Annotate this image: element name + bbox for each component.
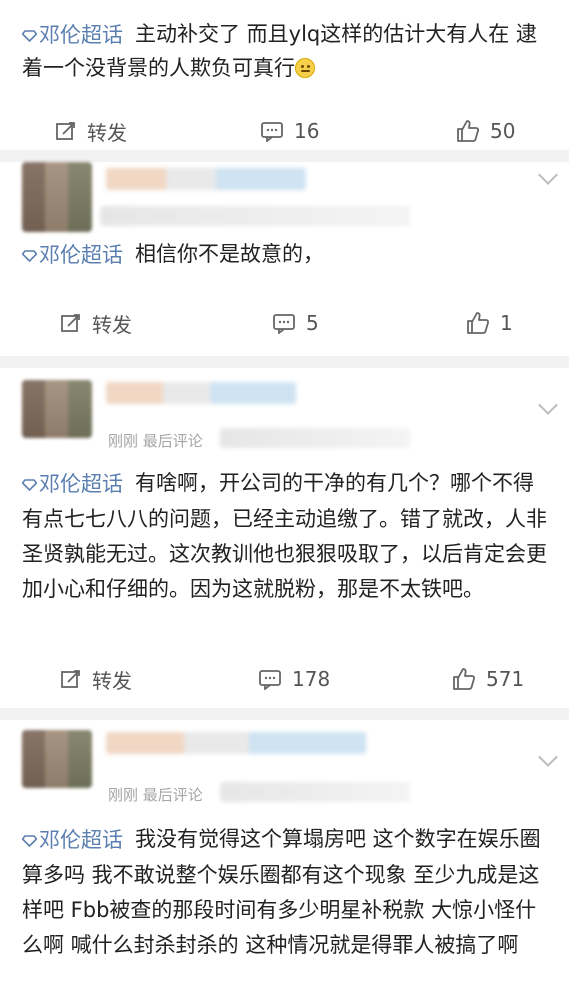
separator <box>0 708 569 720</box>
username[interactable] <box>106 168 306 190</box>
action-bar: 转发 178 571 <box>0 648 569 710</box>
topic-tag-label: 邓伦超话 <box>39 471 123 496</box>
meta-blur <box>220 428 410 448</box>
post-2: 邓伦超话 相信你不是故意的， 转发 5 1 <box>0 162 569 356</box>
post-header: 刚刚 最后评论 <box>0 720 569 804</box>
diamond-icon <box>22 30 37 42</box>
comment-count: 16 <box>294 119 320 143</box>
post-4: 刚刚 最后评论 邓伦超话 我没有觉得这个算塌房吧 这个数字在娱乐圈算多吗 我不敢… <box>0 720 569 1000</box>
action-bar: 转发 5 1 <box>0 292 569 354</box>
post-header: 刚刚 最后评论 <box>0 368 569 450</box>
avatar[interactable] <box>22 380 92 438</box>
comment-count: 178 <box>292 667 331 691</box>
post-body: 邓伦超话 相信你不是故意的， <box>0 238 569 272</box>
comment-button[interactable]: 5 <box>272 292 319 354</box>
chevron-down-icon[interactable] <box>538 747 558 767</box>
avatar[interactable] <box>22 162 92 232</box>
like-count: 571 <box>486 667 525 691</box>
topic-tag[interactable]: 邓伦超话 <box>22 19 123 52</box>
meta-blur <box>220 782 410 802</box>
diamond-icon <box>22 250 37 262</box>
separator <box>0 150 569 162</box>
post-body: 邓伦超话 有啥啊，开公司的干净的有几个？哪个不得有点七七八八的问题，已经主动追缴… <box>0 466 569 607</box>
topic-tag-label: 邓伦超话 <box>39 22 123 47</box>
repost-button[interactable]: 转发 <box>60 292 132 354</box>
username[interactable] <box>106 382 296 404</box>
thumbs-up-icon <box>457 120 480 142</box>
like-count: 50 <box>490 119 516 143</box>
like-button[interactable]: 571 <box>452 648 524 710</box>
post-text: 相信你不是故意的， <box>135 242 324 266</box>
repost-label: 转发 <box>92 312 132 337</box>
comment-count: 5 <box>306 311 319 335</box>
repost-icon <box>61 670 80 688</box>
post-header <box>0 162 569 240</box>
comment-button[interactable]: 178 <box>258 648 330 710</box>
post-1: 邓伦超话 主动补交了 而且ylq这样的估计大有人在 逮着一个没背景的人欺负可真行… <box>0 0 569 162</box>
like-count: 1 <box>500 311 513 335</box>
topic-tag[interactable]: 邓伦超话 <box>22 823 123 858</box>
diamond-icon <box>22 835 37 847</box>
thumbs-up-icon <box>467 312 490 334</box>
chevron-down-icon[interactable] <box>538 165 558 185</box>
topic-tag[interactable]: 邓伦超话 <box>22 467 123 502</box>
post-meta: 刚刚 最后评论 <box>108 786 203 804</box>
smile-emoji-icon <box>295 57 315 78</box>
like-button[interactable]: 1 <box>466 292 513 354</box>
post-3: 刚刚 最后评论 邓伦超话 有啥啊，开公司的干净的有几个？哪个不得有点七七八八的问… <box>0 368 569 708</box>
post-meta: 刚刚 最后评论 <box>108 432 203 450</box>
repost-icon <box>61 314 80 332</box>
avatar[interactable] <box>22 730 92 788</box>
topic-tag[interactable]: 邓伦超话 <box>22 239 123 272</box>
comment-icon <box>261 122 283 142</box>
username[interactable] <box>106 732 366 754</box>
repost-button[interactable]: 转发 <box>60 648 132 710</box>
post-body: 邓伦超话 主动补交了 而且ylq这样的估计大有人在 逮着一个没背景的人欺负可真行 <box>0 0 569 85</box>
thumbs-up-icon <box>453 668 476 690</box>
meta-blur <box>100 206 410 226</box>
separator <box>0 356 569 368</box>
comment-icon <box>259 670 281 690</box>
diamond-icon <box>22 479 37 491</box>
topic-tag-label: 邓伦超话 <box>39 242 123 267</box>
chevron-down-icon[interactable] <box>538 395 558 415</box>
repost-label: 转发 <box>87 120 127 145</box>
repost-icon <box>56 122 75 140</box>
comment-icon <box>273 314 295 334</box>
repost-label: 转发 <box>92 668 132 693</box>
post-body: 邓伦超话 我没有觉得这个算塌房吧 这个数字在娱乐圈算多吗 我不敢说整个娱乐圈都有… <box>0 822 569 963</box>
topic-tag-label: 邓伦超话 <box>39 827 123 852</box>
